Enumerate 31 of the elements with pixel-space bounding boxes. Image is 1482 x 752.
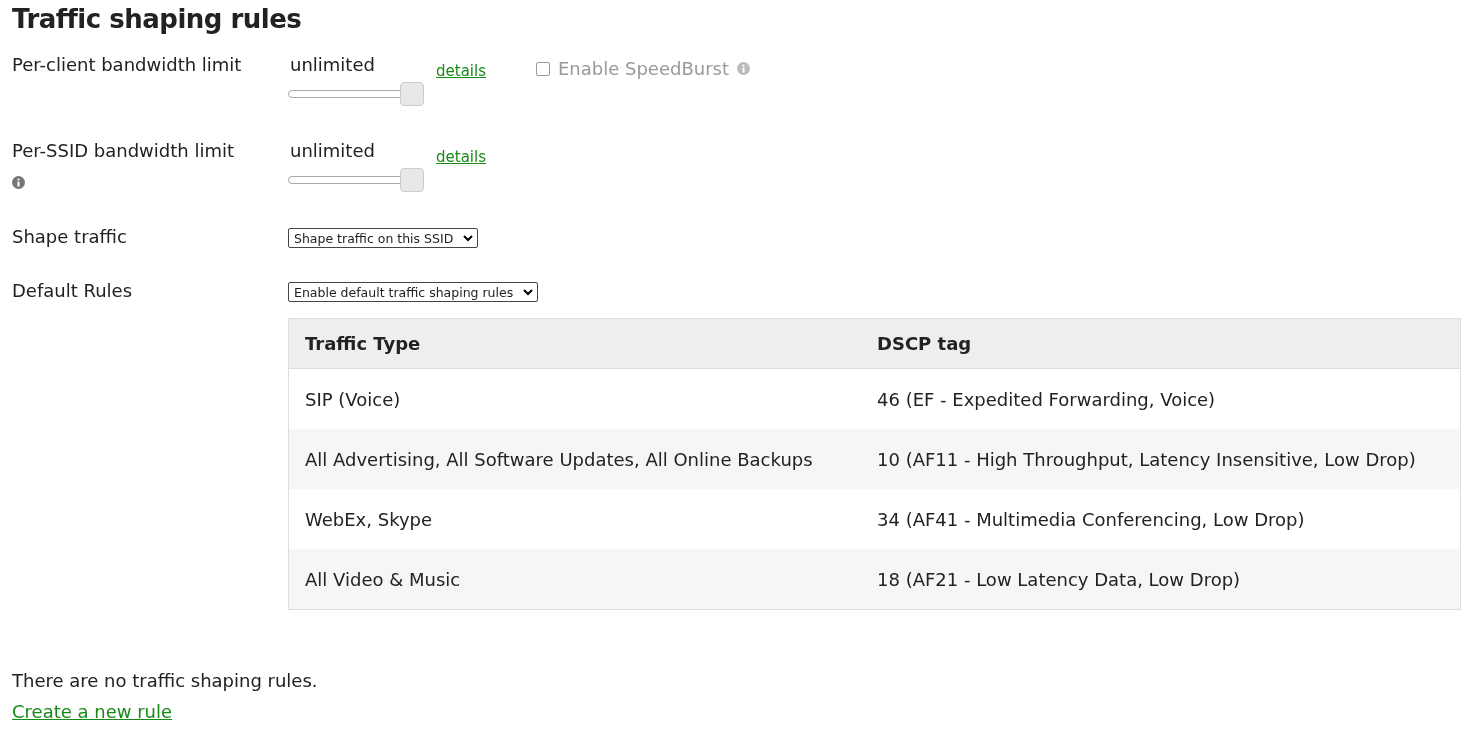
column-header: Traffic Type: [288, 318, 861, 369]
page-title: Traffic shaping rules: [12, 4, 303, 34]
slider-thumb[interactable]: [400, 168, 424, 192]
table-cell: All Video & Music: [288, 549, 861, 610]
column-header: DSCP tag: [861, 318, 1461, 369]
info-icon[interactable]: [12, 175, 25, 189]
table-cell: SIP (Voice): [288, 368, 861, 429]
slider[interactable]: [288, 82, 424, 106]
field-label: Per-client bandwidth limit: [12, 54, 242, 75]
table-cell: WebEx, Skype: [288, 489, 861, 549]
chevron-down-icon: [463, 234, 474, 242]
slider[interactable]: [288, 168, 424, 192]
dropdown[interactable]: Enable default traffic shaping rules: [288, 282, 539, 302]
table-cell: 34 (AF41 - Multimedia Conferencing, Low Drop): [861, 489, 1461, 549]
dropdown[interactable]: Shape traffic on this SSID: [288, 228, 479, 248]
slider-thumb[interactable]: [400, 82, 424, 106]
table-cell: 46 (EF - Expedited Forwarding, Voice): [861, 368, 1461, 429]
details-link[interactable]: details: [436, 148, 486, 166]
slider-reading: unlimited: [290, 139, 376, 163]
empty-message: There are no traffic shaping rules.: [12, 670, 319, 691]
slider-reading: unlimited: [290, 53, 376, 77]
table-cell: 10 (AF11 - High Throughput, Latency Insensitive, Low Drop): [861, 429, 1461, 489]
field-label: Per-SSID bandwidth limit: [12, 140, 234, 161]
create-rule-link[interactable]: Create a new rule: [12, 701, 173, 722]
details-link[interactable]: details: [436, 62, 486, 80]
field-label: Default Rules: [12, 280, 133, 301]
checkbox-label: Enable SpeedBurst: [558, 58, 730, 79]
table-cell: All Advertising, All Software Updates, All Online Backups: [288, 429, 861, 489]
chevron-down-icon: [523, 288, 534, 296]
field-label: Shape traffic: [12, 226, 127, 247]
table-cell: 18 (AF21 - Low Latency Data, Low Drop): [861, 549, 1461, 610]
